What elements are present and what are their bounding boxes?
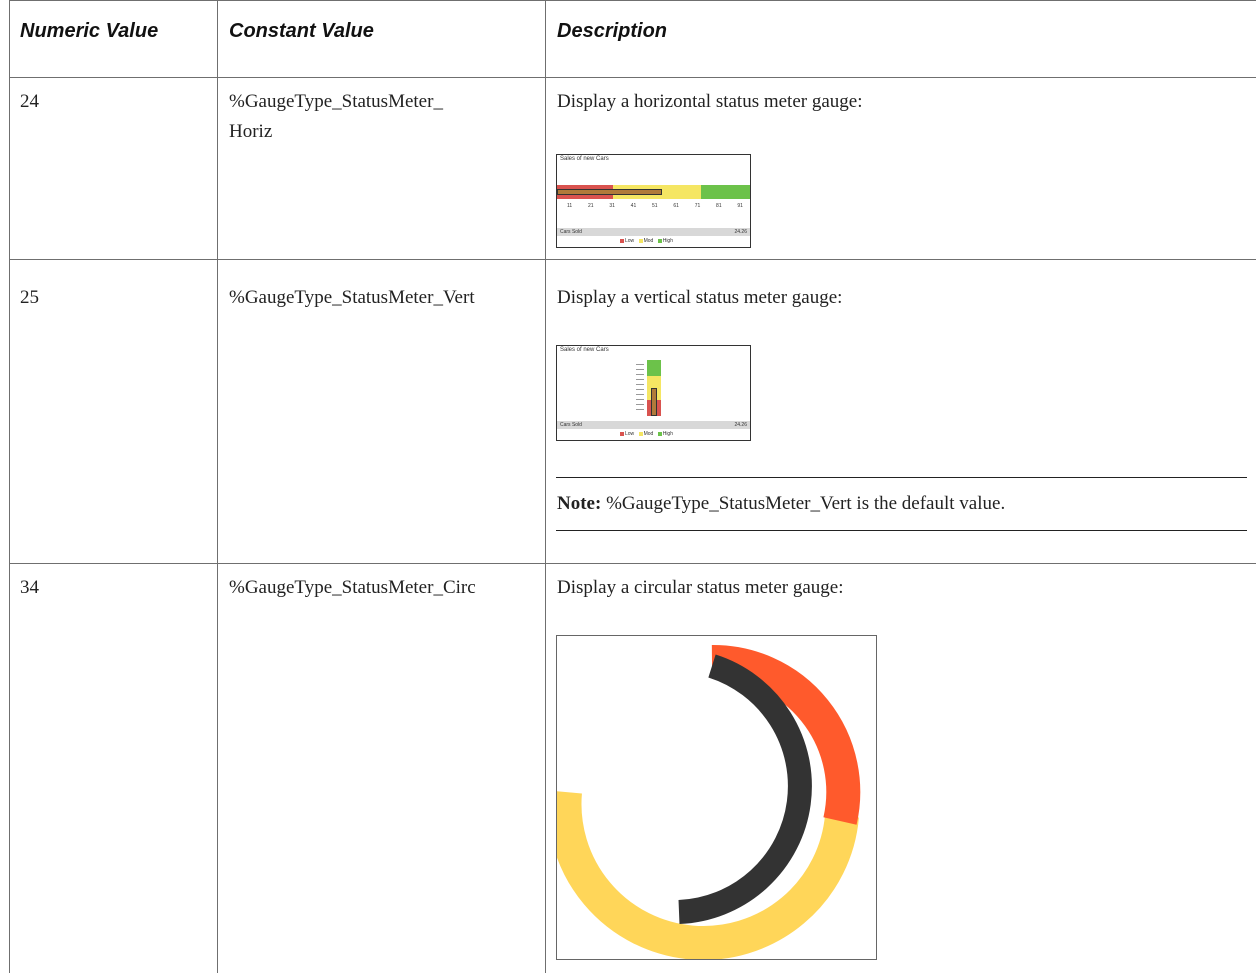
circular-gauge-value-arc [678,654,812,924]
header-description: Description [557,20,668,42]
row-24-constant: %GaugeType_StatusMeter_ Horiz [229,87,443,147]
vertical-gauge-image: Sales of new Cars Cars Sold 24.26 Low Mo… [556,345,751,441]
tick-label: 61 [673,203,679,209]
legend-swatch-mod [638,431,643,436]
legend-swatch-low [620,431,624,436]
horizontal-gauge-legend: Low Mod High [617,238,673,244]
row-25-description: Display a vertical status meter gauge: [557,287,843,308]
legend-swatch-mod [638,238,643,243]
tick-label: 71 [694,203,701,209]
row-24-numeric: 24 [20,91,39,112]
horizontal-gauge-image: Sales of new Cars 11 21 31 41 51 61 71 8… [556,154,751,248]
definition-table: Numeric Value Constant Value Description… [0,0,1256,973]
note-paragraph: Note: %GaugeType_StatusMeter_Vert is the… [557,489,1005,519]
row-34-constant: %GaugeType_StatusMeter_Circ [229,577,476,598]
tick-label: 81 [716,203,722,209]
table-top-border [9,0,1256,1]
horizontal-gauge-high-band [701,185,750,199]
legend-label: High [662,431,673,437]
vertical-gauge-legend: Low Mod High [617,431,673,437]
tick-label: 91 [737,203,743,209]
circular-gauge-image [547,635,877,960]
column-divider-1 [217,0,218,973]
vertical-gauge-tick-labels [636,364,644,412]
row-24-description: Display a horizontal status meter gauge: [557,91,863,112]
header-constant-value: Constant Value [229,20,374,42]
legend-label: Low [625,238,635,244]
tick-label: 31 [609,203,615,209]
horizontal-gauge-ticks: 11 21 31 41 51 61 71 81 91 [567,203,743,209]
note-text: %GaugeType_StatusMeter_Vert is the defau… [601,493,1006,514]
row-24-bottom-border [9,259,1256,260]
vertical-gauge-footer-value: 24.26 [734,422,747,428]
legend-label: High [662,238,673,244]
legend-label: Mod [643,238,654,244]
vertical-gauge-value-bar [651,388,657,416]
row-24-constant-line1: %GaugeType_StatusMeter_ [229,91,443,112]
note-top-rule [556,477,1247,478]
horizontal-gauge-footer-value: 24.26 [734,229,747,235]
tick-label: 11 [567,203,573,209]
vertical-gauge-footer-label: Cars Sold [560,422,582,428]
horizontal-gauge-footer-label: Cars Sold [560,229,582,235]
circular-gauge-graphic [547,644,861,960]
column-divider-2 [545,0,546,973]
table-left-border [9,0,10,973]
vertical-gauge-footer: Cars Sold 24.26 [557,421,750,429]
row-25-numeric: 25 [20,287,39,308]
legend-swatch-high [657,431,662,436]
header-bottom-border [9,77,1256,78]
vertical-gauge-title: Sales of new Cars [560,347,609,353]
horizontal-gauge-footer: Cars Sold 24.26 [557,228,750,236]
legend-swatch-low [620,238,624,243]
tick-label: 51 [652,203,658,209]
note-bottom-rule [556,530,1247,531]
header-numeric-value: Numeric Value [20,20,159,42]
vertical-gauge-high-band [647,360,661,376]
vertical-gauge-bar [647,360,661,416]
legend-swatch-high [657,238,662,243]
horizontal-gauge-bar [557,185,750,199]
row-24-constant-line2: Horiz [229,121,273,142]
row-25-constant: %GaugeType_StatusMeter_Vert [229,287,475,308]
legend-label: Mod [643,431,654,437]
horizontal-gauge-title: Sales of new Cars [560,156,609,162]
row-34-numeric: 34 [20,577,39,598]
legend-label: Low [625,431,635,437]
tick-label: 21 [587,203,594,209]
tick-label: 41 [630,203,637,209]
note-label: Note: [557,493,602,514]
row-25-bottom-border [9,563,1256,564]
row-34-description: Display a circular status meter gauge: [557,577,844,598]
horizontal-gauge-value-bar [557,189,662,195]
